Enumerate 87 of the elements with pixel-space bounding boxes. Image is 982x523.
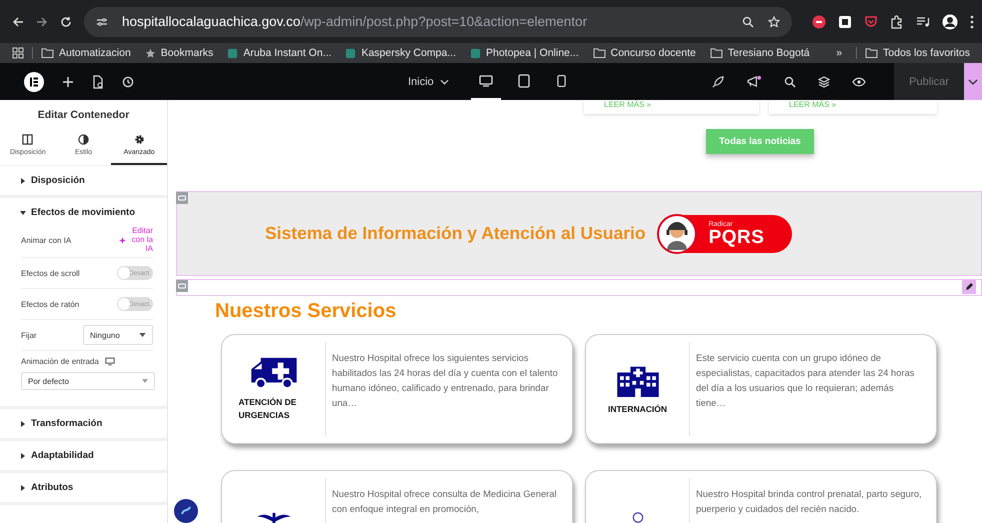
service-title: ATENCIÓN DE URGENCIAS [238, 396, 298, 422]
caret-down-icon [20, 210, 26, 216]
address-bar[interactable]: hospitallocalaguachica.gov.co/wp-admin/post.php?post=10&action=elementor [84, 6, 792, 36]
chevron-down-icon [968, 78, 978, 84]
zoom-icon[interactable] [742, 16, 754, 28]
caret-right-icon [20, 452, 26, 459]
media-icon[interactable] [916, 14, 930, 28]
star-icon [144, 48, 156, 58]
puzzle-icon[interactable] [890, 14, 904, 28]
bookmark-item[interactable]: Photopea | Online... [470, 47, 579, 59]
service-description: Nuestro Hospital ofrece consulta de Medicina General con enfoque integral en promoción, [332, 487, 558, 516]
preview-eye-icon[interactable] [852, 76, 866, 86]
reload-icon[interactable] [60, 16, 72, 28]
caret-right-icon [20, 484, 26, 491]
control-label: Animar con IA [21, 236, 72, 245]
ai-edit-link[interactable]: Editar con la IA [129, 227, 153, 254]
service-title: INTERNACIÓN [608, 402, 668, 416]
layers-icon[interactable] [818, 76, 830, 88]
bookmark-item[interactable]: Teresiano Bogotá [710, 47, 810, 59]
tablet-icon [518, 74, 530, 88]
add-icon[interactable] [62, 76, 74, 88]
service-description: Nuestro Hospital ofrece los siguientes servicios habilitados las 24 horas del día y cuenta con el talento humano idóneo, calificado y entrenado, para brindar una… [332, 351, 559, 410]
folder-icon [41, 48, 54, 58]
apps-grid-icon[interactable] [12, 47, 24, 59]
forward-icon[interactable] [36, 16, 48, 28]
control-label: Efectos de ratón [21, 300, 80, 309]
caret-down-icon [139, 333, 146, 338]
phone-icon [557, 74, 566, 88]
caret-right-icon [20, 178, 26, 184]
folder-icon [710, 48, 723, 58]
site-favicon-icon [345, 48, 356, 58]
profile-icon[interactable] [942, 14, 958, 30]
panel-title: Editar Contenedor [36, 108, 130, 123]
caret-down-icon [142, 379, 148, 384]
ambulance-icon [248, 356, 298, 390]
service-description: Este servicio cuenta con un grupo idóneo de especialistas, capacitados para atender las 24 horas del día a los usuarios que lo requieran; además tiene… [696, 351, 916, 410]
select-field[interactable]: Ninguno [83, 325, 153, 346]
control-label: Efectos de scroll [21, 268, 80, 278]
history-icon[interactable] [122, 76, 134, 88]
settings-icon [134, 134, 145, 145]
bookmark-item[interactable]: Bookmarks [144, 47, 214, 59]
sparkle-icon [119, 236, 126, 244]
container-handle-icon[interactable] [176, 280, 188, 292]
section-header[interactable]: Disposición [0, 166, 167, 195]
section-header[interactable]: Atributos [0, 473, 167, 502]
site-settings-icon[interactable] [96, 16, 108, 28]
pocket-icon[interactable] [864, 14, 878, 28]
service-description: Nuestro Hospital brinda control prenatal, parto seguro, puerperio y cuidados del recién nacido. [696, 487, 923, 516]
search-icon[interactable] [784, 76, 796, 88]
section-header[interactable]: Efectos de movimiento [0, 198, 167, 227]
square-icon[interactable] [838, 14, 852, 28]
site-favicon-icon [470, 48, 481, 58]
chat-bubble-icon[interactable] [174, 499, 198, 523]
bookmark-item[interactable]: Kaspersky Compa... [345, 47, 456, 59]
section-heading: Nuestros Servicios [215, 300, 398, 323]
url-text: hospitallocalaguachica.gov.co/wp-admin/post.php?post=10&action=elementor [122, 14, 588, 29]
page-dropdown[interactable]: Inicio [408, 76, 449, 88]
edit-pencil-icon[interactable] [962, 280, 976, 294]
page-settings-icon[interactable] [92, 74, 104, 88]
columns-icon [22, 134, 34, 145]
banner-title: Sistema de Información y Atención al Usuario [265, 223, 646, 244]
elementor-logo-icon[interactable] [24, 72, 44, 92]
back-icon[interactable] [12, 16, 24, 28]
adblock-icon[interactable] [812, 14, 826, 28]
megaphone-icon[interactable] [747, 75, 762, 88]
site-favicon-icon [227, 48, 238, 58]
desktop-icon[interactable] [104, 357, 115, 366]
section-header[interactable]: Adaptabilidad [0, 441, 167, 470]
control-label: Fijar [21, 330, 37, 340]
caret-right-icon [20, 420, 26, 427]
bookmark-item[interactable]: Aruba Instant On... [227, 47, 332, 59]
folder-icon [592, 48, 606, 58]
folder-icon [865, 48, 878, 58]
chevron-down-icon [440, 78, 449, 84]
more-bookmarks-button[interactable]: » [836, 47, 842, 59]
section-header[interactable]: Transformación [0, 409, 167, 438]
all-bookmarks-item[interactable]: Todos los favoritos [865, 47, 970, 59]
support-agent-icon [656, 214, 697, 254]
bookmark-item[interactable]: Concurso docente [592, 47, 696, 59]
control-label: Animación de entrada [21, 357, 99, 366]
star-icon[interactable] [768, 16, 780, 28]
desktop-icon [478, 74, 493, 86]
container-handle-icon[interactable] [176, 192, 188, 204]
half-circle-icon [78, 134, 89, 145]
select-field[interactable]: Por defecto [21, 372, 155, 390]
bookmark-item[interactable]: Automatizacion [41, 47, 131, 59]
menu-icon[interactable] [970, 14, 974, 28]
